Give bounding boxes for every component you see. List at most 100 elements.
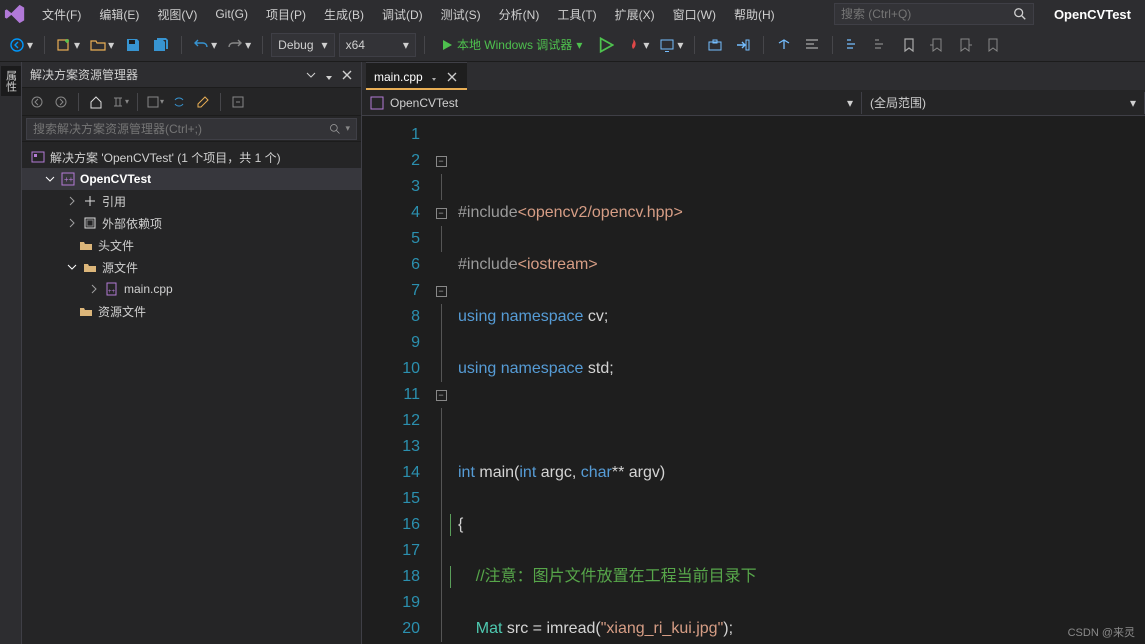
new-item-button[interactable]: ▾ [53, 33, 83, 57]
save-all-button[interactable] [149, 33, 173, 57]
references-node[interactable]: 引用 [22, 190, 361, 212]
menu-view[interactable]: 视图(V) [149, 3, 205, 26]
headers-label: 头文件 [98, 237, 134, 254]
menu-window[interactable]: 窗口(W) [665, 3, 724, 26]
expander-icon[interactable] [44, 173, 56, 185]
apply-button[interactable] [731, 33, 755, 57]
bookmark-list-button[interactable] [981, 33, 1005, 57]
comment-button[interactable] [841, 33, 865, 57]
undo-button[interactable]: ▾ [190, 33, 220, 57]
menu-test[interactable]: 测试(S) [433, 3, 489, 26]
tab-strip: main.cpp [362, 62, 1145, 90]
home-button[interactable] [85, 91, 107, 113]
browser-link-button[interactable]: ▾ [656, 33, 686, 57]
search-icon [1013, 7, 1027, 21]
menu-help[interactable]: 帮助(H) [726, 3, 783, 26]
format-button[interactable] [800, 33, 824, 57]
menu-edit[interactable]: 编辑(E) [91, 3, 147, 26]
left-tool-tab[interactable]: 属性 [0, 62, 22, 644]
code-content[interactable]: #include<opencv2/opencv.hpp> #include<io… [450, 116, 1145, 644]
dropdown-icon[interactable] [305, 69, 317, 81]
cpp-project-icon: ++ [60, 171, 76, 187]
line-number-gutter: 1234567891011121314151617181920 [362, 116, 432, 644]
panel-title-bar: 解决方案资源管理器 [22, 62, 361, 88]
folder-icon [78, 303, 94, 319]
menu-file[interactable]: 文件(F) [34, 3, 89, 26]
references-label: 引用 [102, 193, 126, 210]
cpp-file-icon: ++ [104, 281, 120, 297]
pin-icon[interactable] [429, 72, 439, 82]
bookmark-next-button[interactable] [953, 33, 977, 57]
scope-combo[interactable]: (全局范围) ▾ [862, 92, 1145, 114]
vs-logo-icon [4, 3, 26, 25]
switch-view-button[interactable]: ▾ [109, 91, 131, 113]
redo-button[interactable]: ▾ [224, 33, 254, 57]
expander-icon[interactable] [66, 195, 78, 207]
show-all-button[interactable] [227, 91, 249, 113]
file-tab-main[interactable]: main.cpp [366, 62, 467, 90]
expander-icon[interactable] [66, 261, 78, 273]
toolbox-button[interactable] [703, 33, 727, 57]
menu-debug[interactable]: 调试(D) [374, 3, 431, 26]
uncomment-button[interactable] [869, 33, 893, 57]
start-wo-debug-button[interactable] [594, 33, 618, 57]
svg-text:++: ++ [108, 289, 116, 295]
config-combo[interactable]: Debug▾ [271, 33, 334, 57]
panel-search-row: ▾ [22, 116, 361, 142]
sync-button[interactable] [168, 91, 190, 113]
resources-node[interactable]: 资源文件 [22, 300, 361, 322]
cpp-project-icon [370, 96, 384, 110]
global-search-input[interactable] [841, 7, 1007, 21]
step-out-button[interactable] [772, 33, 796, 57]
back-button[interactable] [26, 91, 48, 113]
sources-label: 源文件 [102, 259, 138, 276]
hot-reload-button[interactable]: ▾ [622, 33, 652, 57]
start-debug-button[interactable]: 本地 Windows 调试器▾ [433, 33, 590, 57]
main-cpp-node[interactable]: ++ main.cpp [22, 278, 361, 300]
save-button[interactable] [121, 33, 145, 57]
solution-icon [30, 149, 46, 165]
menu-tools[interactable]: 工具(T) [549, 3, 604, 26]
menu-bar: 文件(F) 编辑(E) 视图(V) Git(G) 项目(P) 生成(B) 调试(… [0, 0, 1145, 28]
solution-node[interactable]: 解决方案 'OpenCVTest' (1 个项目，共 1 个) [22, 146, 361, 168]
solution-explorer-panel: 解决方案资源管理器 ▾ ▾ ▾ [22, 62, 362, 644]
solution-tree[interactable]: 解决方案 'OpenCVTest' (1 个项目，共 1 个) ++ OpenC… [22, 142, 361, 644]
project-node[interactable]: ++ OpenCVTest [22, 168, 361, 190]
menu-extensions[interactable]: 扩展(X) [607, 3, 663, 26]
properties-button[interactable] [192, 91, 214, 113]
filter-button[interactable]: ▾ [144, 91, 166, 113]
bookmark-prev-button[interactable] [925, 33, 949, 57]
headers-node[interactable]: 头文件 [22, 234, 361, 256]
external-deps-node[interactable]: 外部依赖项 [22, 212, 361, 234]
menu-project[interactable]: 项目(P) [258, 3, 314, 26]
external-icon [82, 215, 98, 231]
sources-node[interactable]: 源文件 [22, 256, 361, 278]
play-icon [441, 39, 453, 51]
expander-icon[interactable] [66, 217, 78, 229]
chevron-down-icon: ▾ [27, 38, 33, 52]
platform-combo[interactable]: x64▾ [339, 33, 416, 57]
pin-icon[interactable] [323, 69, 335, 81]
properties-tab-label[interactable]: 属性 [1, 66, 21, 96]
menu-build[interactable]: 生成(B) [316, 3, 372, 26]
main-cpp-label: main.cpp [124, 282, 173, 296]
panel-search-input[interactable] [33, 122, 329, 136]
navigation-bar: OpenCVTest ▾ (全局范围) ▾ [362, 90, 1145, 116]
close-icon[interactable] [341, 69, 353, 81]
open-button[interactable]: ▾ [87, 33, 117, 57]
nav-back-button[interactable]: ▾ [6, 33, 36, 57]
fold-gutter[interactable]: −−−− [432, 116, 450, 644]
panel-search-box[interactable]: ▾ [26, 118, 357, 140]
fwd-button[interactable] [50, 91, 72, 113]
global-search-box[interactable] [834, 3, 1034, 25]
panel-title: 解决方案资源管理器 [30, 66, 299, 83]
bookmark-button[interactable] [897, 33, 921, 57]
menu-git[interactable]: Git(G) [207, 4, 256, 24]
expander-icon[interactable] [88, 283, 100, 295]
menu-analyze[interactable]: 分析(N) [491, 3, 548, 26]
close-tab-icon[interactable] [445, 70, 459, 84]
project-scope-combo[interactable]: OpenCVTest ▾ [362, 92, 862, 114]
search-icon [329, 123, 341, 135]
code-editor[interactable]: 1234567891011121314151617181920 −−−− #in… [362, 116, 1145, 644]
solution-name: OpenCVTest [1054, 7, 1141, 22]
